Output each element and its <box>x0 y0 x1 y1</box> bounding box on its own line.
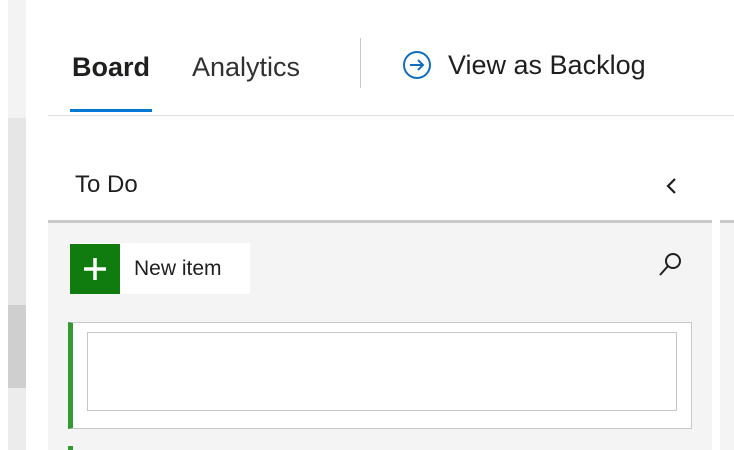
next-column-edge <box>720 220 734 450</box>
view-as-backlog-link[interactable]: View as Backlog <box>400 48 646 82</box>
toolbar-divider <box>360 38 361 88</box>
arrow-circle-right-icon <box>403 51 431 79</box>
search-icon[interactable] <box>655 250 685 280</box>
new-card <box>68 322 692 429</box>
new-item-label: New item <box>134 256 222 280</box>
column-title: To Do <box>75 171 138 198</box>
left-nav-edge <box>8 0 26 450</box>
plus-icon <box>70 243 120 294</box>
selected-tab-underline <box>70 109 152 112</box>
next-card-stripe <box>68 446 73 450</box>
tab-analytics[interactable]: Analytics <box>192 50 300 84</box>
new-item-button[interactable]: New item <box>70 243 250 294</box>
view-as-backlog-label: View as Backlog <box>448 50 646 80</box>
header-divider <box>48 115 734 116</box>
tab-board[interactable]: Board <box>72 50 150 84</box>
new-card-title-input[interactable] <box>87 332 677 411</box>
chevron-left-icon[interactable] <box>662 175 682 197</box>
